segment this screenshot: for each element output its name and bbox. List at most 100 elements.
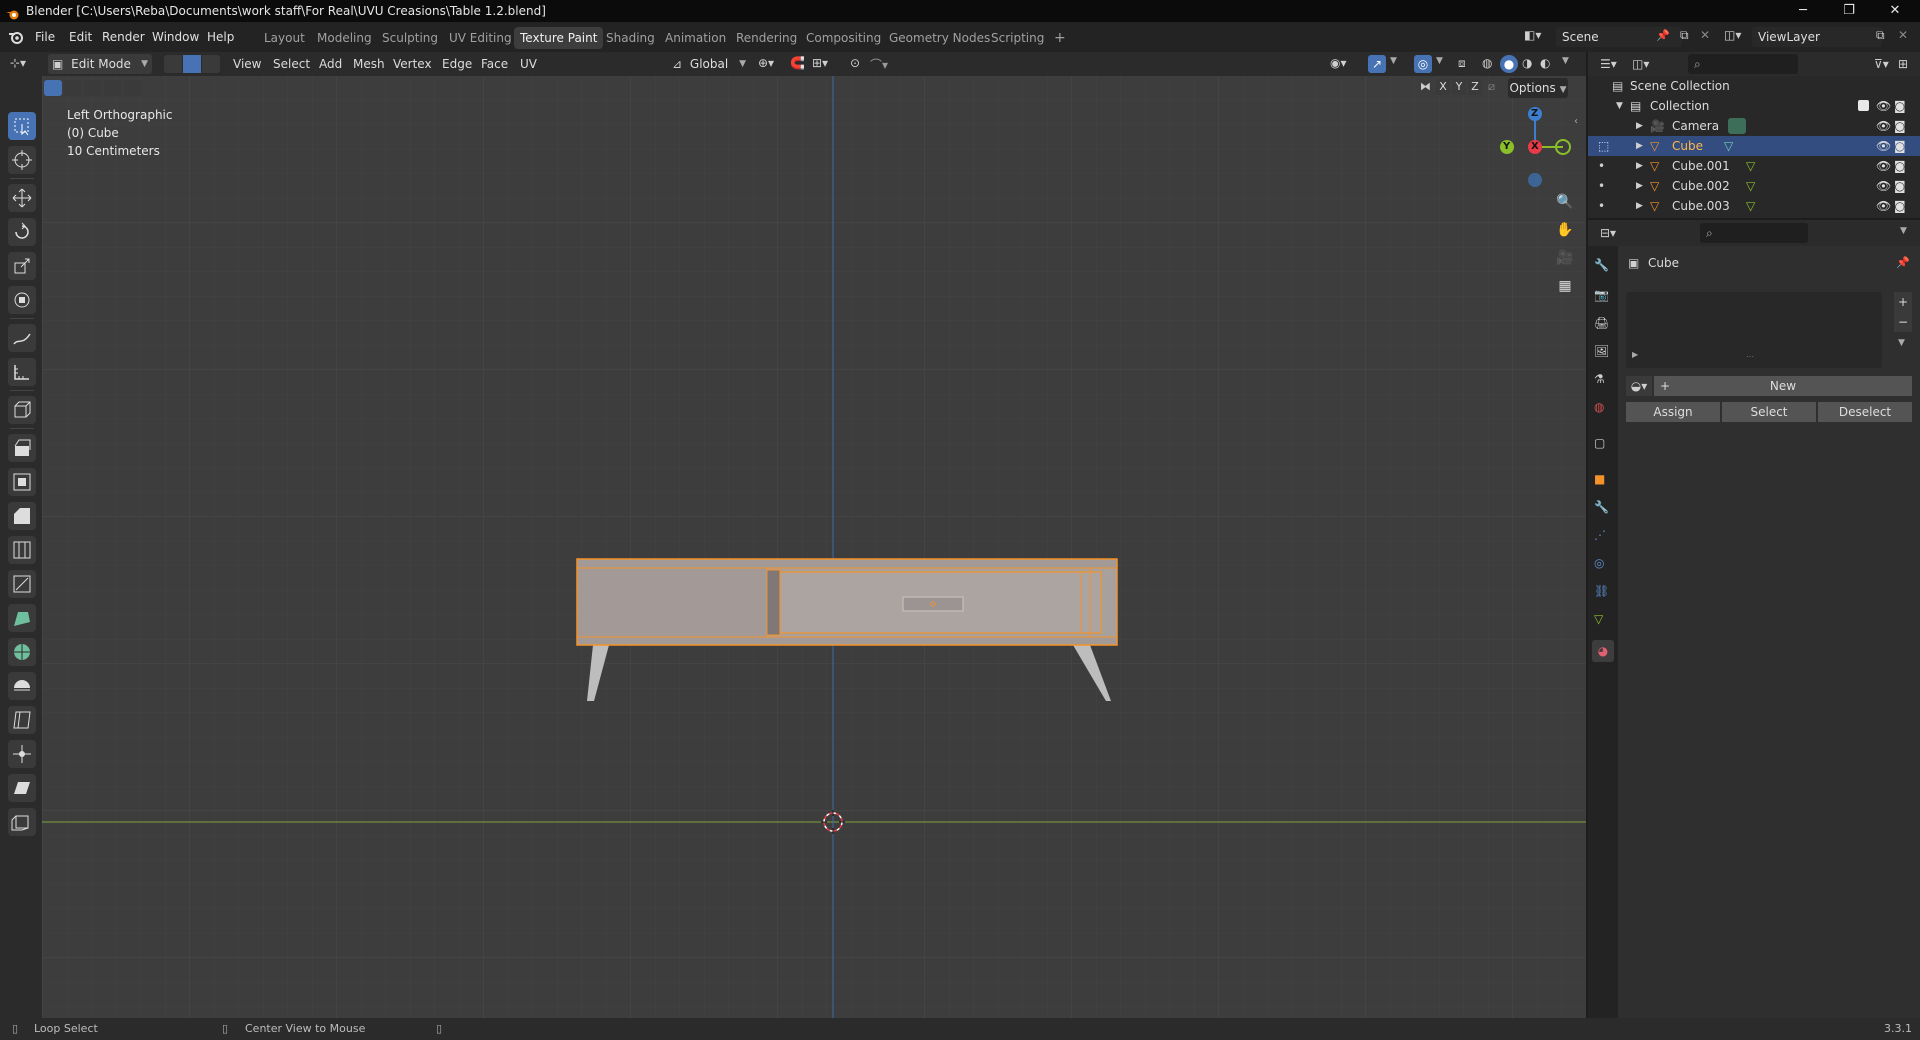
- falloff-icon[interactable]: ⌒▾: [870, 56, 888, 73]
- render-camera-icon[interactable]: ◙: [1894, 136, 1906, 156]
- slot-specials-icon[interactable]: ▼: [1898, 338, 1905, 348]
- constraints-tab-icon[interactable]: ⛓: [1594, 584, 1614, 604]
- mirror-x-button[interactable]: X: [1436, 79, 1450, 95]
- disclosure-triangle-icon[interactable]: ▶: [1636, 156, 1643, 176]
- browse-material-icon[interactable]: ◒▾: [1626, 376, 1652, 396]
- editor-type-icon[interactable]: ⊹▾: [10, 56, 26, 70]
- move-tool[interactable]: [8, 184, 36, 212]
- options-dropdown[interactable]: Options ▼: [1508, 78, 1568, 98]
- render-camera-icon[interactable]: ◙: [1894, 116, 1906, 136]
- scene-collection-row[interactable]: ▤ Scene Collection: [1588, 76, 1920, 96]
- pin-icon[interactable]: 📌: [1896, 256, 1910, 269]
- rotate-tool[interactable]: [8, 218, 36, 246]
- menu-file[interactable]: File: [35, 22, 55, 52]
- new-material-button[interactable]: + New: [1654, 376, 1912, 396]
- modifier-tab-icon[interactable]: 🔧: [1594, 500, 1614, 520]
- bevel-tool[interactable]: [8, 502, 36, 530]
- overlay-dropdown-icon[interactable]: ▼: [1436, 56, 1443, 66]
- object-tab-icon[interactable]: ■: [1594, 472, 1614, 492]
- collection-tab-icon[interactable]: ▢: [1594, 436, 1614, 456]
- table-mesh[interactable]: [42, 76, 1586, 1018]
- tab-geometry-nodes[interactable]: Geometry Nodes: [883, 27, 996, 49]
- camera-view-icon[interactable]: 🎥: [1554, 250, 1576, 272]
- 3d-cursor-icon[interactable]: [819, 808, 847, 836]
- extrude-tool[interactable]: [8, 434, 36, 462]
- menu-view[interactable]: View: [233, 52, 261, 76]
- tab-animation[interactable]: Animation: [659, 27, 732, 49]
- outliner-item-camera[interactable]: ▶ 🎥 Camera 👁 ◙: [1588, 116, 1920, 136]
- shrink-fatten-tool[interactable]: [8, 740, 36, 768]
- eye-icon[interactable]: 👁: [1876, 196, 1891, 216]
- cursor-tool[interactable]: [8, 146, 36, 174]
- pin-scene-icon[interactable]: 📌: [1656, 29, 1670, 42]
- eye-icon[interactable]: 👁: [1876, 156, 1891, 176]
- menu-help[interactable]: Help: [207, 22, 234, 52]
- scene-selector-icon[interactable]: ◧▾: [1524, 28, 1544, 46]
- outliner-item-cube[interactable]: ⬚ ▶ ▽ Cube ▽ 👁 ◙: [1588, 136, 1920, 156]
- menu-window[interactable]: Window: [152, 22, 199, 52]
- pivot-point-icon[interactable]: ⊕▾: [758, 56, 774, 70]
- viewlayer-selector-icon[interactable]: ◫▾: [1724, 28, 1741, 42]
- select-invert-button[interactable]: [104, 80, 122, 96]
- spin-tool[interactable]: [8, 638, 36, 666]
- eye-icon[interactable]: 👁: [1876, 116, 1891, 136]
- poly-build-tool[interactable]: [8, 604, 36, 632]
- menu-render[interactable]: Render: [102, 22, 145, 52]
- new-collection-icon[interactable]: ⊞: [1898, 57, 1908, 71]
- output-tab-icon[interactable]: 🖨: [1594, 316, 1614, 336]
- delete-scene-icon[interactable]: ✕: [1700, 28, 1710, 42]
- tab-layout[interactable]: Layout: [258, 27, 311, 49]
- 3d-viewport[interactable]: Left Orthographic (0) Cube 10 Centimeter…: [42, 76, 1586, 1018]
- camera-data-icon[interactable]: [1728, 118, 1746, 134]
- solid-shading-icon[interactable]: ●: [1500, 55, 1518, 73]
- outliner-editor-type-icon[interactable]: ☰▾: [1600, 57, 1617, 71]
- face-select-button[interactable]: [202, 55, 220, 73]
- mesh-data-icon[interactable]: ▽: [1746, 196, 1755, 216]
- new-viewlayer-icon[interactable]: ⧉: [1876, 28, 1885, 43]
- annotate-tool[interactable]: [8, 324, 36, 352]
- restore-button[interactable]: ❐: [1826, 0, 1872, 22]
- transform-tool[interactable]: [8, 286, 36, 314]
- snap-target-icon[interactable]: ⊞▾: [812, 56, 828, 70]
- tool-tab-icon[interactable]: 🔧: [1594, 258, 1614, 278]
- collection-row[interactable]: ▼ ▤ Collection 👁 ◙: [1588, 96, 1920, 116]
- outliner-item-cube-002[interactable]: • ▶ ▽ Cube.002 ▽ 👁 ◙: [1588, 176, 1920, 196]
- disclosure-triangle-icon[interactable]: ▶: [1636, 176, 1643, 196]
- material-shading-icon[interactable]: ◑: [1522, 56, 1532, 70]
- select-box-tool[interactable]: [8, 112, 36, 140]
- vertex-select-button[interactable]: [164, 55, 182, 73]
- tab-rendering[interactable]: Rendering: [730, 27, 803, 49]
- wireframe-shading-icon[interactable]: ◍: [1482, 56, 1492, 70]
- pan-hand-icon[interactable]: ✋: [1554, 222, 1576, 244]
- mesh-data-icon[interactable]: ▽: [1724, 136, 1733, 156]
- disclosure-triangle-icon[interactable]: ▶: [1636, 196, 1643, 216]
- snap-icon[interactable]: 🧲: [790, 56, 805, 70]
- properties-editor-type-icon[interactable]: ⊟▾: [1600, 226, 1616, 240]
- world-tab-icon[interactable]: ◍: [1594, 400, 1614, 420]
- material-slots-list[interactable]: ▶ ⋯: [1626, 292, 1882, 368]
- mirror-z-button[interactable]: Z: [1468, 79, 1482, 95]
- proportional-edit-icon[interactable]: ⊙: [850, 56, 860, 70]
- loop-cut-tool[interactable]: [8, 536, 36, 564]
- blender-menu-icon[interactable]: [8, 29, 24, 45]
- menu-vertex[interactable]: Vertex: [393, 52, 432, 76]
- material-tab-icon[interactable]: ◕: [1592, 640, 1614, 662]
- exclude-checkbox[interactable]: [1858, 100, 1869, 111]
- delete-viewlayer-icon[interactable]: ✕: [1898, 28, 1908, 42]
- overlay-toggle-icon[interactable]: ◎: [1414, 55, 1432, 73]
- tab-sculpting[interactable]: Sculpting: [376, 27, 444, 49]
- topology-mirror-icon[interactable]: ⧄: [1488, 80, 1495, 94]
- eye-icon[interactable]: 👁: [1876, 176, 1891, 196]
- render-camera-icon[interactable]: ◙: [1894, 96, 1906, 116]
- orthographic-toggle-icon[interactable]: ▦: [1554, 278, 1576, 300]
- eye-icon[interactable]: 👁: [1876, 136, 1891, 156]
- viewlayer-name-field[interactable]: ViewLayer: [1752, 27, 1882, 47]
- add-workspace-button[interactable]: +: [1048, 27, 1072, 49]
- rip-region-tool[interactable]: [8, 808, 36, 836]
- menu-select[interactable]: Select: [273, 52, 310, 76]
- knife-tool[interactable]: [8, 570, 36, 598]
- visibility-icon[interactable]: ◉▾: [1330, 56, 1347, 70]
- menu-add[interactable]: Add: [319, 52, 342, 76]
- render-tab-icon[interactable]: 📷: [1594, 288, 1614, 308]
- menu-mesh[interactable]: Mesh: [353, 52, 385, 76]
